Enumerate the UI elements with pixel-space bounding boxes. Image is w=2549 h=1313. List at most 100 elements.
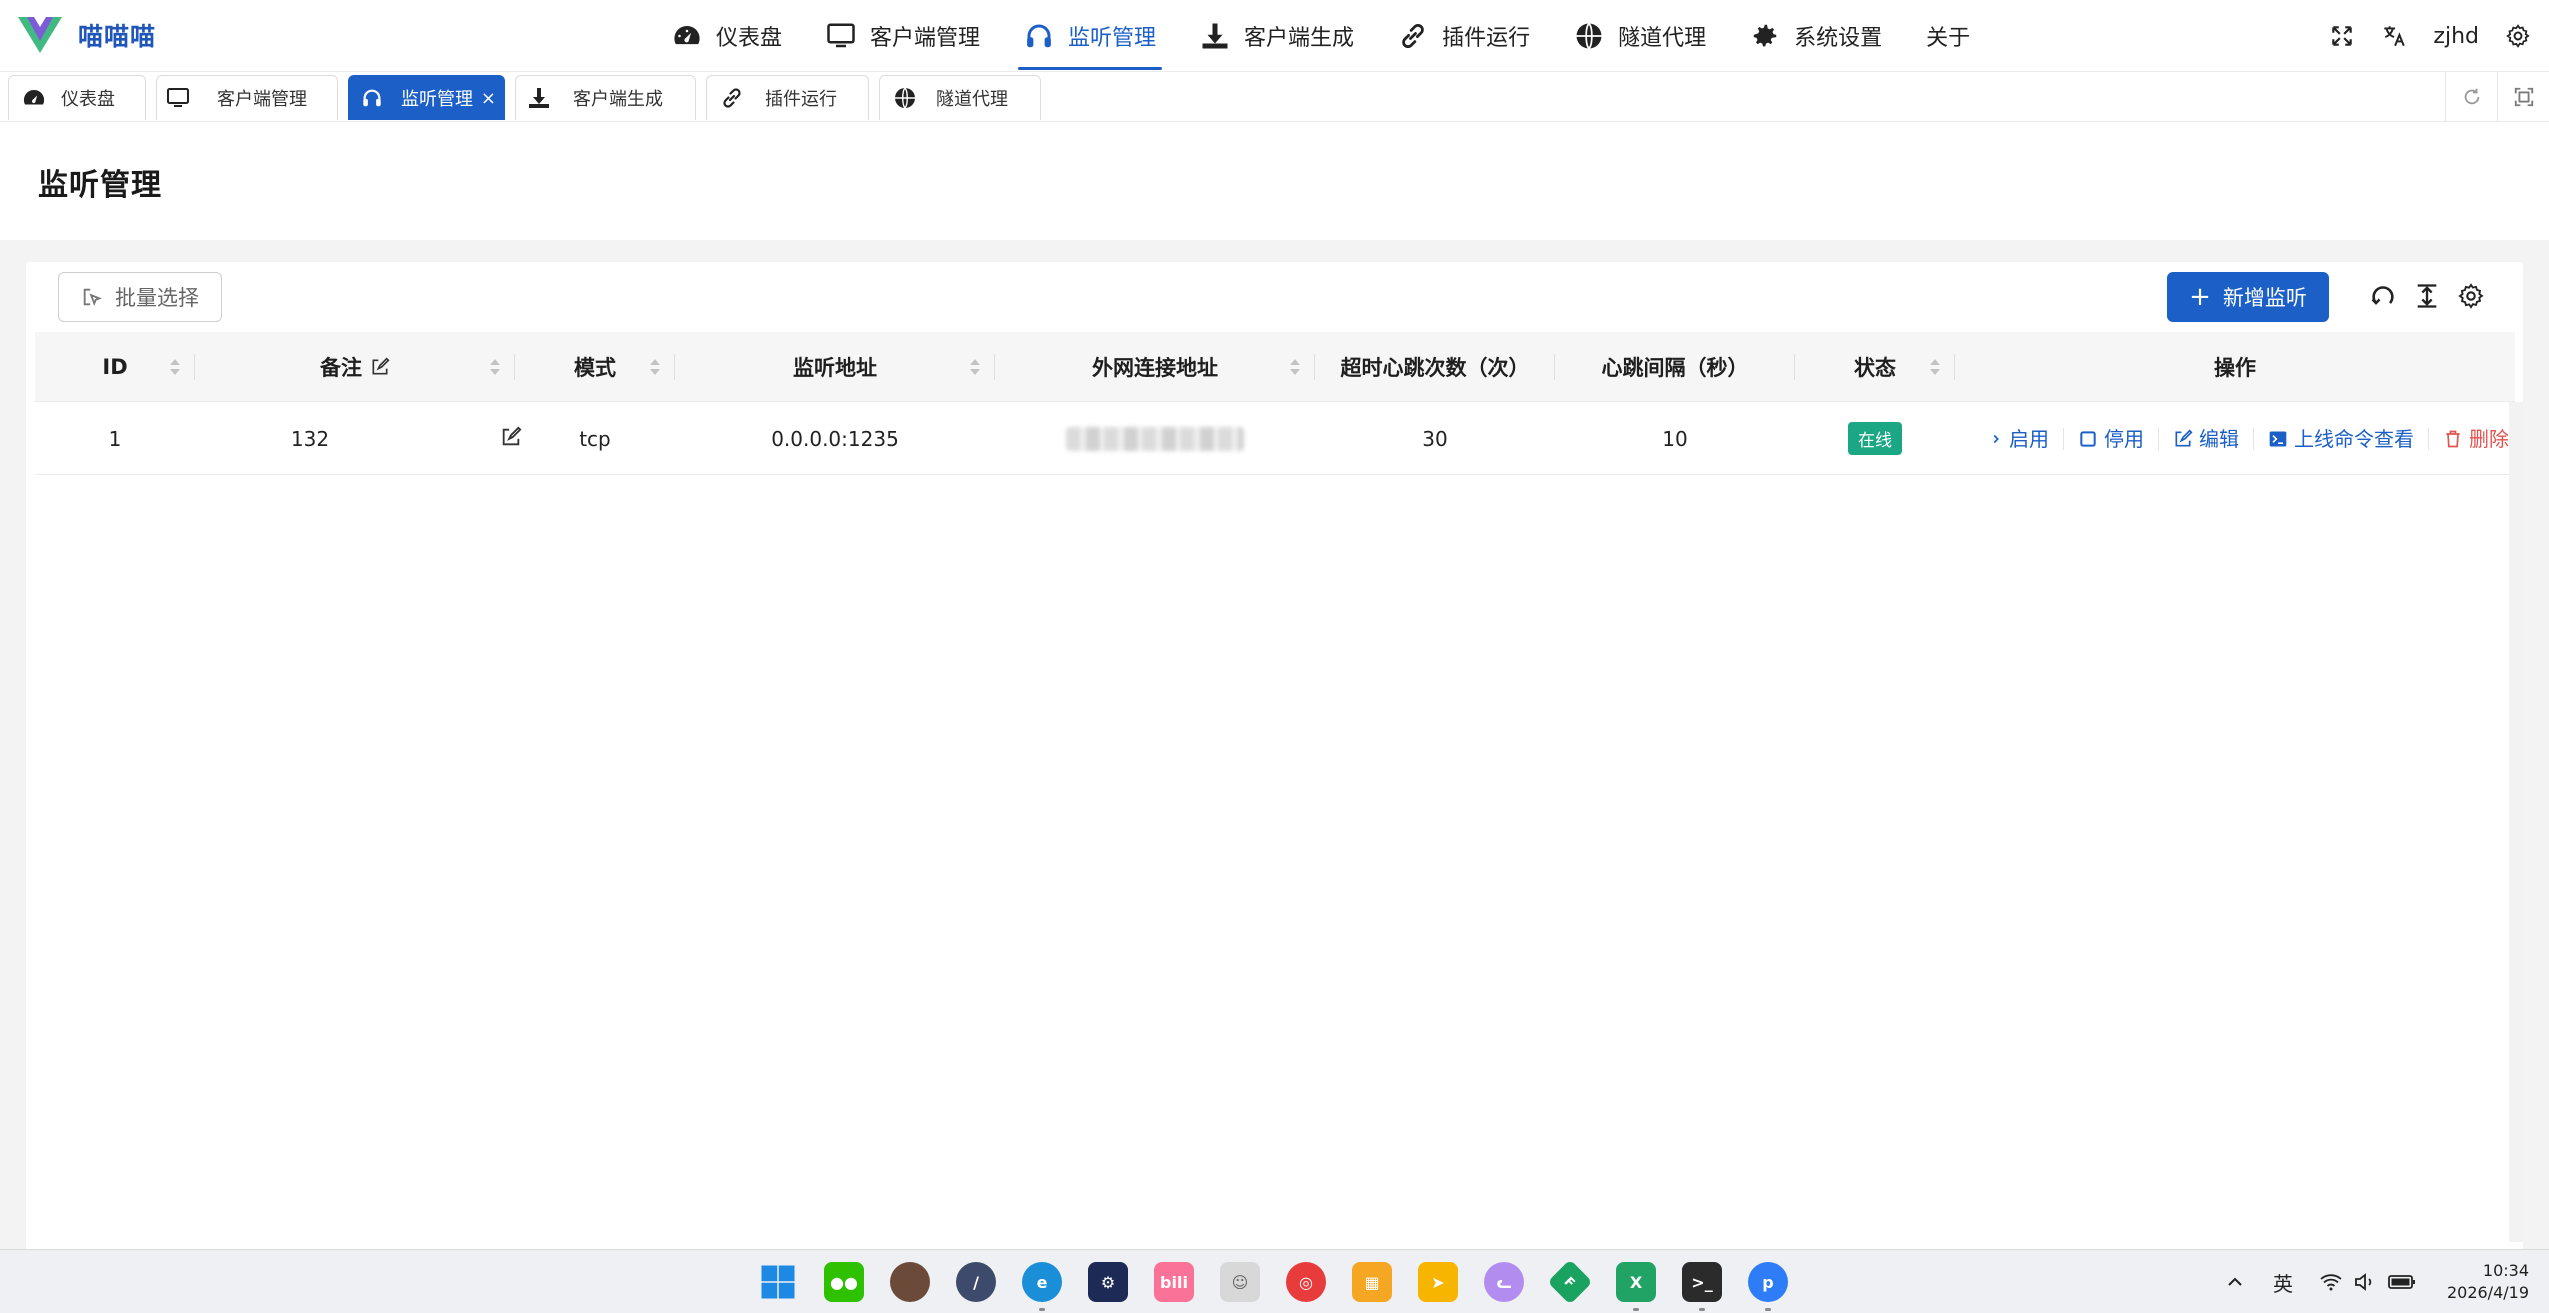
bilibili-icon[interactable]: bili [1154, 1262, 1194, 1302]
netease-music-icon[interactable]: ◎ [1286, 1262, 1326, 1302]
nav-item-client-build[interactable]: 客户端生成 [1178, 0, 1376, 72]
chevron-right-icon [1993, 434, 1999, 443]
nav-item-dashboard[interactable]: 仪表盘 [650, 0, 804, 72]
headphones-icon [363, 89, 381, 107]
sort-icon[interactable] [649, 358, 661, 376]
nav-item-clients[interactable]: 客户端管理 [804, 0, 1002, 72]
table-tools [2361, 276, 2493, 316]
gear-outline-icon [2458, 283, 2484, 309]
fullscreen-button[interactable] [2329, 23, 2355, 49]
tray-expand-icon[interactable] [2223, 1270, 2247, 1294]
nav-label: 客户端管理 [870, 26, 981, 51]
listener-table: ID 备注 模式 监听地址 外网连接地址 超时心跳次数（次） 心跳间隔（秒） 状… [35, 332, 2515, 475]
pycharm-app-icon[interactable]: p [1748, 1262, 1788, 1311]
browser-app-icon[interactable]: / [956, 1262, 996, 1302]
column-settings-button[interactable] [2449, 276, 2493, 316]
top-right-tools: zjhd [2303, 0, 2531, 72]
column-header-listen-address[interactable]: 监听地址 [675, 332, 995, 402]
translate-icon [2384, 26, 2406, 47]
globe-icon [1576, 22, 1602, 50]
download-icon [529, 88, 549, 108]
density-button[interactable] [2405, 276, 2449, 316]
nav-label: 关于 [1926, 26, 1971, 51]
wechat-icon[interactable]: ●● [824, 1262, 864, 1302]
batch-select-button[interactable]: 批量选择 [58, 272, 222, 322]
sort-icon[interactable] [1929, 358, 1941, 376]
column-header-actions: 操作 [1955, 332, 2515, 402]
sort-icon[interactable] [169, 358, 181, 376]
cell-mode: tcp [579, 426, 611, 451]
volume-icon[interactable] [2353, 1270, 2377, 1294]
nav-label: 监听管理 [1068, 26, 1157, 51]
sort-icon[interactable] [489, 358, 501, 376]
cell-public-address [995, 402, 1315, 475]
maximize-content-button[interactable] [2497, 72, 2549, 122]
gear-outline-icon [2506, 24, 2530, 48]
edge-browser-icon[interactable]: e [1022, 1262, 1062, 1311]
calendar-app-icon[interactable]: ▦ [1352, 1262, 1392, 1302]
portrait-app-icon[interactable] [890, 1262, 930, 1302]
language-button[interactable] [2381, 23, 2407, 49]
nav-item-about[interactable]: 关于 [1904, 0, 1992, 72]
column-title: 心跳间隔（秒） [1601, 356, 1749, 380]
vertical-scrollbar[interactable] [2509, 402, 2523, 1242]
sort-icon[interactable] [969, 358, 981, 376]
app-logo[interactable]: 喵喵喵 [18, 15, 156, 55]
add-listener-button[interactable]: + 新增监听 [2167, 272, 2329, 322]
cell-status: 在线 [1795, 402, 1955, 475]
reload-tab-button[interactable] [2445, 72, 2497, 122]
column-header-id[interactable]: ID [35, 332, 195, 402]
tab-label: 插件运行 [765, 89, 837, 110]
dev-tool-icon[interactable]: ⚙ [1088, 1262, 1128, 1302]
enable-button[interactable]: 启用 [1975, 427, 2064, 450]
listener-table-card: 批量选择 + 新增监听 ID 备注 模式 监听地址 外网连接地址 超时心跳次数（… [26, 262, 2523, 1252]
terminal-app-icon[interactable]: >_ [1682, 1262, 1722, 1311]
green-diamond-app-icon[interactable]: F [1547, 1259, 1593, 1305]
column-header-note[interactable]: 备注 [195, 332, 515, 402]
page-title: 监听管理 [38, 168, 162, 203]
user-menu[interactable]: zjhd [2433, 24, 2479, 49]
nav-item-settings[interactable]: 系统设置 [1728, 0, 1904, 72]
tab-dashboard[interactable]: 仪表盘 [8, 75, 146, 120]
tab-client-build[interactable]: 客户端生成 [515, 75, 696, 120]
clock-time: 10:34 [2482, 1261, 2529, 1280]
tab-close-icon[interactable]: × [481, 88, 496, 109]
feishu-icon[interactable]: ➤ [1418, 1262, 1458, 1302]
column-title: 备注 [320, 356, 362, 380]
cat-app-icon[interactable]: ᓚ [1484, 1262, 1524, 1302]
column-header-status[interactable]: 状态 [1795, 332, 1955, 402]
view-online-command-button[interactable]: 上线命令查看 [2254, 427, 2429, 450]
tab-tunnels[interactable]: 隧道代理 [879, 75, 1041, 120]
input-method-indicator[interactable]: 英 [2273, 1268, 2293, 1297]
nav-item-tunnels[interactable]: 隧道代理 [1552, 0, 1728, 72]
refresh-button[interactable] [2361, 276, 2405, 316]
cartoon-app-icon[interactable]: ☺ [1220, 1262, 1260, 1302]
column-header-public-address[interactable]: 外网连接地址 [995, 332, 1315, 402]
stop-square-icon [2080, 430, 2096, 447]
nav-item-listeners[interactable]: 监听管理 [1002, 0, 1178, 72]
clock-date: 2026/4/19 [2446, 1283, 2529, 1302]
plus-icon: + [2189, 282, 2211, 312]
edit-button[interactable]: 编辑 [2159, 427, 2254, 450]
battery-icon[interactable] [2387, 1270, 2417, 1294]
wifi-icon[interactable] [2319, 1270, 2343, 1294]
column-header-mode[interactable]: 模式 [515, 332, 675, 402]
excel-icon[interactable]: X [1616, 1262, 1656, 1311]
fullscreen-icon [2332, 26, 2353, 46]
column-title: 模式 [574, 356, 616, 380]
sort-icon[interactable] [1289, 358, 1301, 376]
add-listener-label: 新增监听 [2222, 286, 2307, 310]
trash-icon [2446, 430, 2460, 447]
disable-button[interactable]: 停用 [2064, 427, 2159, 450]
settings-button[interactable] [2505, 23, 2531, 49]
edit-icon [372, 357, 390, 375]
windows-start-icon[interactable] [758, 1262, 798, 1302]
reload-icon [2464, 88, 2479, 105]
tab-clients[interactable]: 客户端管理 [156, 75, 338, 120]
tab-listeners[interactable]: 监听管理 × [348, 75, 505, 120]
globe-icon [895, 87, 915, 109]
column-header-interval: 心跳间隔（秒） [1555, 332, 1795, 402]
nav-item-plugins[interactable]: 插件运行 [1376, 0, 1552, 72]
taskbar-clock[interactable]: 10:34 2026/4/19 [2447, 1260, 2529, 1304]
tab-plugins[interactable]: 插件运行 [706, 75, 869, 120]
